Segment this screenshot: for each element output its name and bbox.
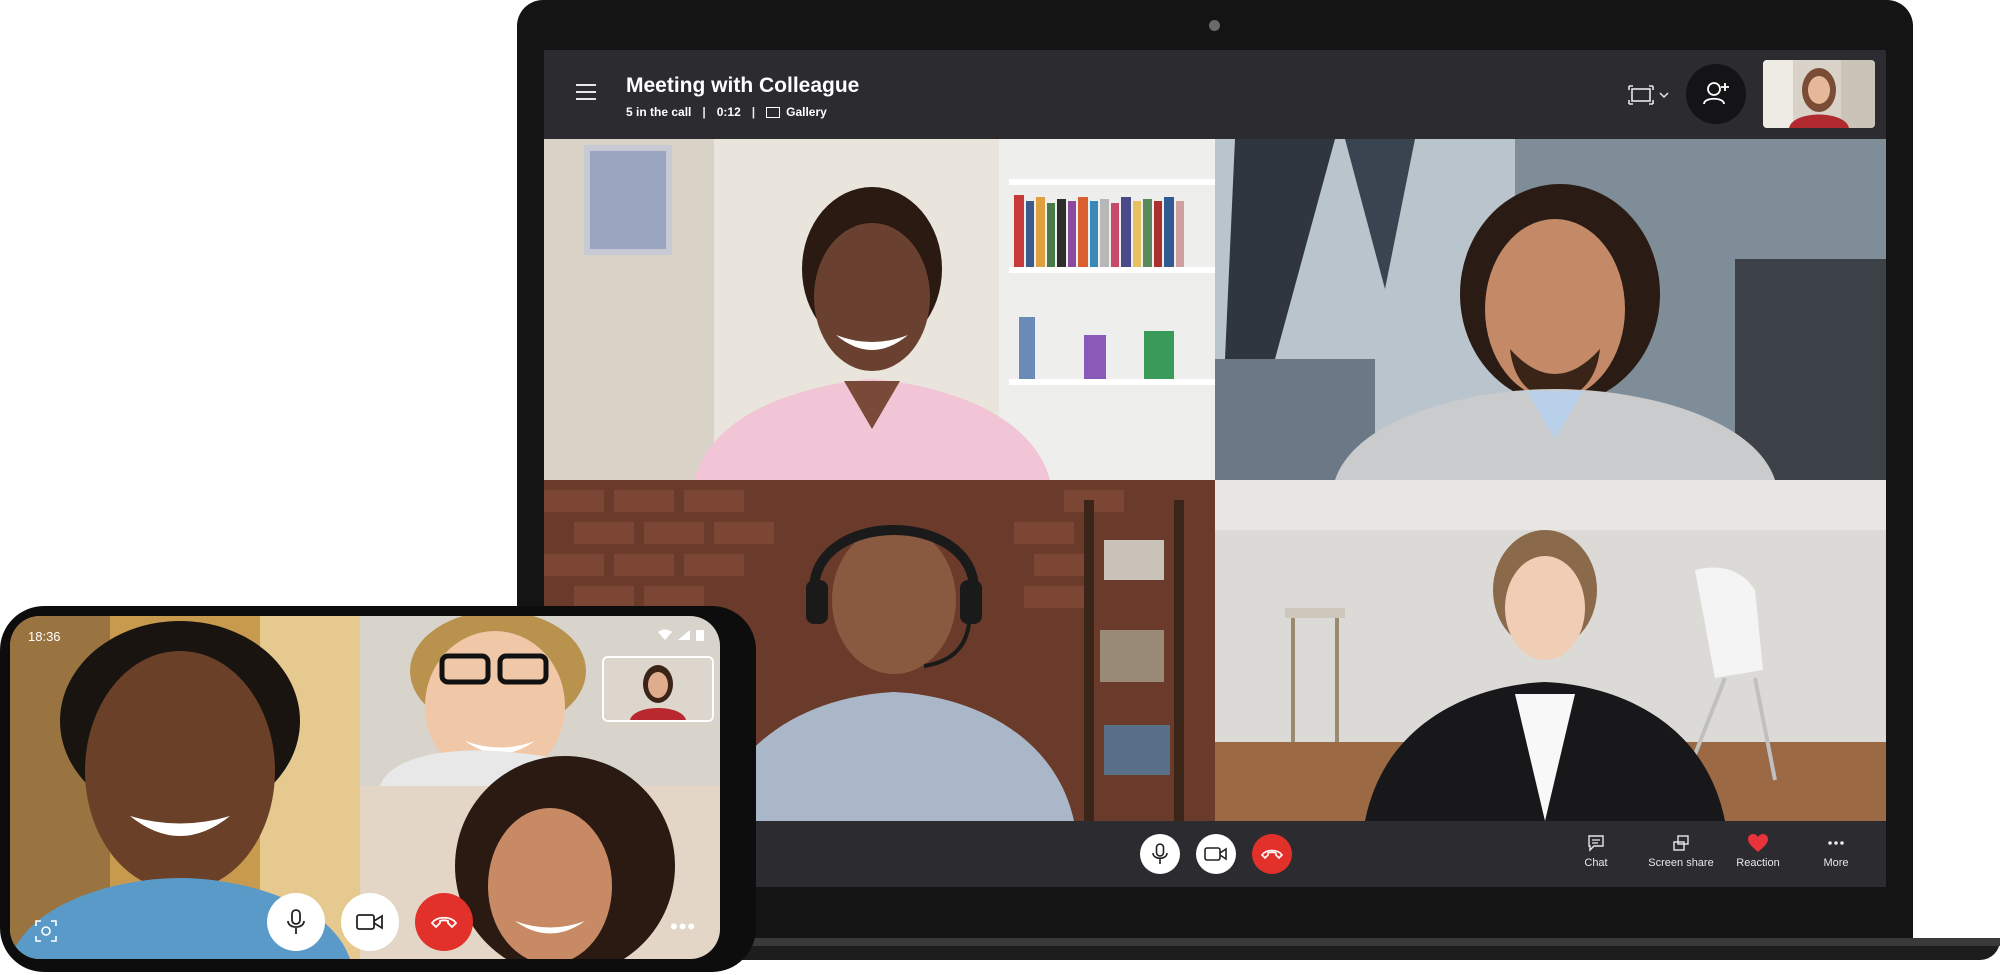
more-label: More	[1823, 857, 1849, 869]
wifi-icon	[658, 629, 672, 640]
laptop-camera	[1209, 20, 1220, 31]
phone-clock: 18:36	[28, 629, 61, 644]
reaction-label: Reaction	[1736, 857, 1780, 869]
self-view-thumbnail[interactable]	[1763, 60, 1875, 128]
phone-call-screen: 18:36 •••	[10, 616, 720, 959]
reaction-button[interactable]: Reaction	[1728, 833, 1788, 869]
status-icons	[656, 628, 708, 642]
screen-share-label: Screen share	[1648, 857, 1714, 869]
menu-icon[interactable]	[576, 84, 596, 100]
video-button[interactable]	[1196, 834, 1236, 874]
participant-tile[interactable]	[1215, 480, 1886, 821]
screen-share-button[interactable]: Screen share	[1636, 833, 1726, 869]
meeting-title: Meeting with Colleague	[626, 74, 860, 97]
add-person-icon	[1703, 82, 1729, 105]
participant-count: 5 in the call	[626, 105, 692, 119]
phone-mute-button[interactable]	[267, 893, 325, 951]
video-camera-icon	[1204, 847, 1227, 861]
layout-icon	[1628, 85, 1669, 105]
separator: |	[702, 105, 706, 119]
end-call-button[interactable]	[1252, 834, 1292, 874]
more-button[interactable]: More	[1814, 833, 1858, 869]
chat-label: Chat	[1584, 857, 1608, 869]
microphone-icon	[287, 909, 305, 934]
participant-tile[interactable]	[1215, 139, 1886, 480]
chat-icon	[1588, 835, 1604, 852]
signal-icon	[678, 630, 690, 640]
battery-icon	[696, 630, 704, 641]
call-duration: 0:12	[716, 105, 741, 119]
view-mode[interactable]: Gallery	[786, 105, 827, 119]
separator: |	[751, 105, 756, 119]
gallery-icon	[766, 106, 781, 118]
laptop-hinge	[690, 938, 2000, 946]
more-icon	[1828, 841, 1844, 845]
hang-up-icon	[430, 916, 458, 929]
layout-switch-button[interactable]	[1626, 82, 1674, 108]
hang-up-icon	[1260, 849, 1284, 860]
add-participant-button[interactable]	[1686, 64, 1746, 124]
screenshot-button[interactable]	[34, 919, 58, 943]
mute-button[interactable]	[1140, 834, 1180, 874]
microphone-icon	[1152, 843, 1168, 864]
phone-more-icon[interactable]: •••	[670, 916, 696, 938]
phone-frame: 18:36 •••	[0, 606, 756, 972]
screen-share-icon	[1673, 835, 1689, 851]
phone-end-call-button[interactable]	[415, 893, 473, 951]
meeting-header: Meeting with Colleague 5 in the call | 0…	[544, 50, 1886, 139]
phone-self-view[interactable]	[602, 656, 714, 722]
meeting-info: 5 in the call | 0:12 | Gallery	[626, 105, 827, 119]
video-camera-icon	[356, 914, 383, 930]
chat-button[interactable]: Chat	[1574, 833, 1618, 869]
camera-capture-icon	[35, 920, 57, 942]
heart-icon	[1748, 834, 1768, 852]
phone-video-button[interactable]	[341, 893, 399, 951]
participant-tile[interactable]	[544, 139, 1215, 480]
